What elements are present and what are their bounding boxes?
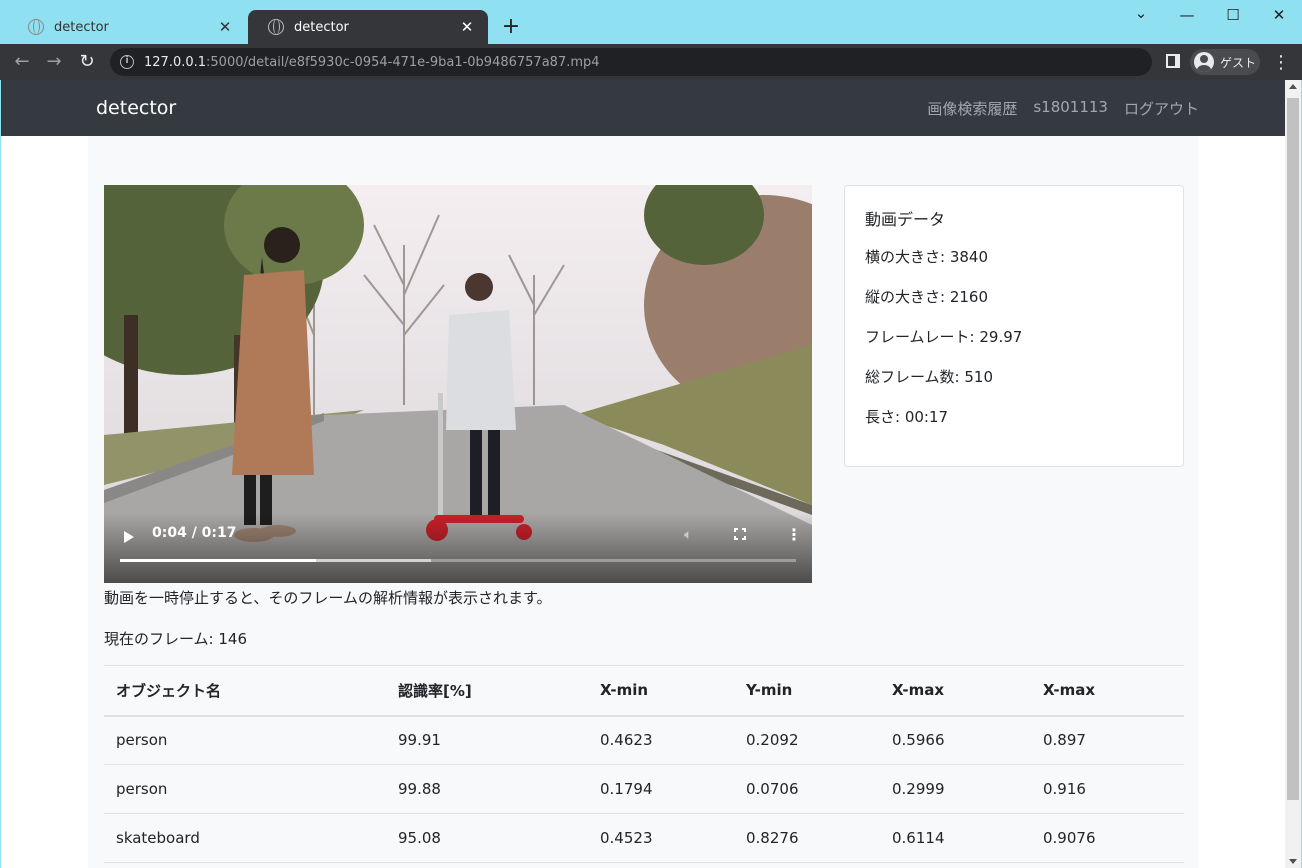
url-path: :5000/detail/e8f5930c-0954-471e-9ba1-0b9… (206, 54, 600, 70)
table-cell: 0.8276 (746, 829, 799, 847)
table-cell: 0.6114 (892, 829, 945, 847)
table-cell: 0.0706 (746, 780, 799, 798)
detection-table: オブジェクト名 認識率[%] X-min Y-min X-max X-max p… (104, 665, 1184, 863)
main-container: 0:04 / 0:17 🔈︎ ⋮ 動画データ 横の大きさ: 3840 縦の大きさ… (88, 136, 1198, 868)
video-length: 長さ: 00:17 (865, 408, 949, 426)
profile-label: ゲスト (1220, 55, 1257, 70)
table-row: person 99.91 0.4623 0.2092 0.5966 0.897 (104, 716, 1184, 765)
column-header: 認識率[%] (398, 681, 472, 700)
more-options-icon[interactable]: ⋮ (786, 525, 802, 544)
column-header: X-min (600, 681, 649, 700)
site-info-icon[interactable]: i (120, 55, 134, 69)
page-viewport: detector 画像検索履歴 s1801113 ログアウト 0:04 / 0:… (1, 80, 1285, 868)
video-player[interactable]: 0:04 / 0:17 🔈︎ ⋮ (104, 185, 812, 583)
table-row: skateboard 95.08 0.4523 0.8276 0.6114 0.… (104, 814, 1184, 863)
close-tab-icon[interactable]: ✕ (458, 18, 476, 36)
browser-tab-active[interactable]: detector ✕ (248, 10, 488, 44)
current-frame-text: 現在のフレーム: 146 (104, 630, 248, 648)
video-framerate: フレームレート: 29.97 (865, 328, 1023, 346)
column-header: Y-min (746, 681, 793, 700)
scroll-up-icon[interactable] (1289, 84, 1297, 89)
forward-icon[interactable]: → (42, 50, 66, 74)
globe-icon (268, 19, 284, 35)
table-cell: 0.1794 (600, 780, 653, 798)
column-header: X-max (1043, 681, 1095, 700)
progress-bar[interactable] (120, 559, 796, 562)
video-frame-count: 総フレーム数: 510 (865, 368, 994, 386)
video-height: 縦の大きさ: 2160 (865, 288, 988, 306)
table-row: person 99.88 0.1794 0.0706 0.2999 0.916 (104, 765, 1184, 814)
pause-hint-text: 動画を一時停止すると、そのフレームの解析情報が表示されます。 (104, 589, 552, 607)
table-cell: skateboard (116, 829, 200, 847)
volume-icon[interactable]: 🔈︎ (684, 527, 692, 543)
video-info-title: 動画データ (865, 210, 946, 229)
close-window-button[interactable]: ✕ (1264, 6, 1294, 24)
table-cell: 0.9076 (1043, 829, 1096, 847)
side-panel-icon[interactable] (1166, 54, 1180, 68)
play-icon[interactable] (124, 531, 134, 543)
site-navbar: detector 画像検索履歴 s1801113 ログアウト (1, 80, 1285, 136)
tab-title: detector (54, 19, 109, 35)
globe-icon (28, 19, 44, 35)
nav-history-link[interactable]: 画像検索履歴 (927, 98, 1017, 119)
nav-user-link[interactable]: s1801113 (1033, 98, 1108, 119)
table-cell: 99.91 (398, 731, 441, 750)
table-cell: 0.2999 (892, 780, 945, 798)
table-cell: 99.88 (398, 780, 441, 798)
maximize-button[interactable]: ☐ (1218, 6, 1248, 24)
browser-tab[interactable]: detector ✕ (8, 10, 246, 44)
table-cell: 0.4523 (600, 829, 653, 847)
video-controls (104, 513, 812, 583)
url-host: 127.0.0.1 (144, 54, 207, 70)
minimize-button[interactable]: — (1172, 6, 1202, 24)
scroll-down-icon[interactable] (1289, 859, 1297, 864)
profile-button[interactable]: ゲスト (1190, 49, 1260, 75)
played-range (120, 559, 317, 562)
table-cell: 0.916 (1043, 780, 1086, 798)
tab-search-icon[interactable]: ⌄ (1126, 4, 1156, 22)
tab-title: detector (294, 19, 349, 35)
close-tab-icon[interactable]: ✕ (216, 18, 234, 36)
column-header: オブジェクト名 (116, 681, 222, 700)
brand-link[interactable]: detector (96, 97, 176, 119)
toolbar: ← → ↻ i 127.0.0.1:5000/detail/e8f5930c-0… (0, 44, 1302, 80)
page-scrollbar[interactable] (1285, 80, 1301, 868)
table-cell: 0.4623 (600, 731, 653, 750)
address-bar[interactable]: i 127.0.0.1:5000/detail/e8f5930c-0954-47… (110, 48, 1152, 76)
table-cell: 0.5966 (892, 731, 945, 750)
tab-strip: detector ✕ detector ✕ + ⌄ — ☐ ✕ (0, 0, 1302, 44)
table-cell: person (116, 780, 168, 798)
table-cell: 95.08 (398, 829, 441, 847)
video-time: 0:04 / 0:17 (152, 525, 237, 541)
table-header-row: オブジェクト名 認識率[%] X-min Y-min X-max X-max (104, 665, 1184, 716)
column-header: X-max (892, 681, 944, 700)
scrollbar-thumb[interactable] (1287, 98, 1299, 800)
new-tab-button[interactable]: + (499, 14, 523, 39)
fullscreen-icon[interactable] (734, 528, 746, 540)
table-cell: person (116, 731, 168, 750)
table-cell: 0.2092 (746, 731, 799, 750)
avatar-icon (1194, 52, 1214, 72)
back-icon[interactable]: ← (10, 50, 34, 74)
browser-menu-icon[interactable]: ⋮ (1272, 52, 1290, 73)
nav-logout-link[interactable]: ログアウト (1124, 98, 1199, 119)
table-cell: 0.897 (1043, 731, 1086, 750)
reload-icon[interactable]: ↻ (75, 50, 99, 74)
video-info-card: 動画データ 横の大きさ: 3840 縦の大きさ: 2160 フレームレート: 2… (844, 185, 1184, 467)
video-width: 横の大きさ: 3840 (865, 248, 988, 266)
